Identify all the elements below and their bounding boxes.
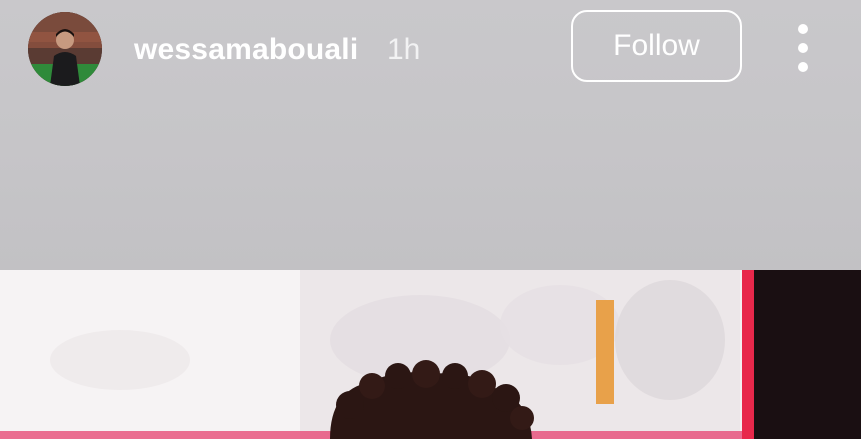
more-options-icon[interactable] bbox=[788, 24, 818, 72]
post-time: 1h bbox=[387, 33, 421, 66]
story-viewer: wessamabouali 1h Follow bbox=[0, 0, 861, 439]
more-dot bbox=[798, 24, 808, 34]
more-dot bbox=[798, 43, 808, 53]
more-dot bbox=[798, 62, 808, 72]
story-photo-image bbox=[0, 270, 861, 439]
follow-button[interactable]: Follow bbox=[571, 10, 742, 82]
story-photo[interactable] bbox=[0, 270, 861, 439]
profile-avatar[interactable] bbox=[28, 12, 102, 86]
avatar-image bbox=[28, 12, 102, 86]
username[interactable]: wessamabouali bbox=[134, 30, 358, 70]
